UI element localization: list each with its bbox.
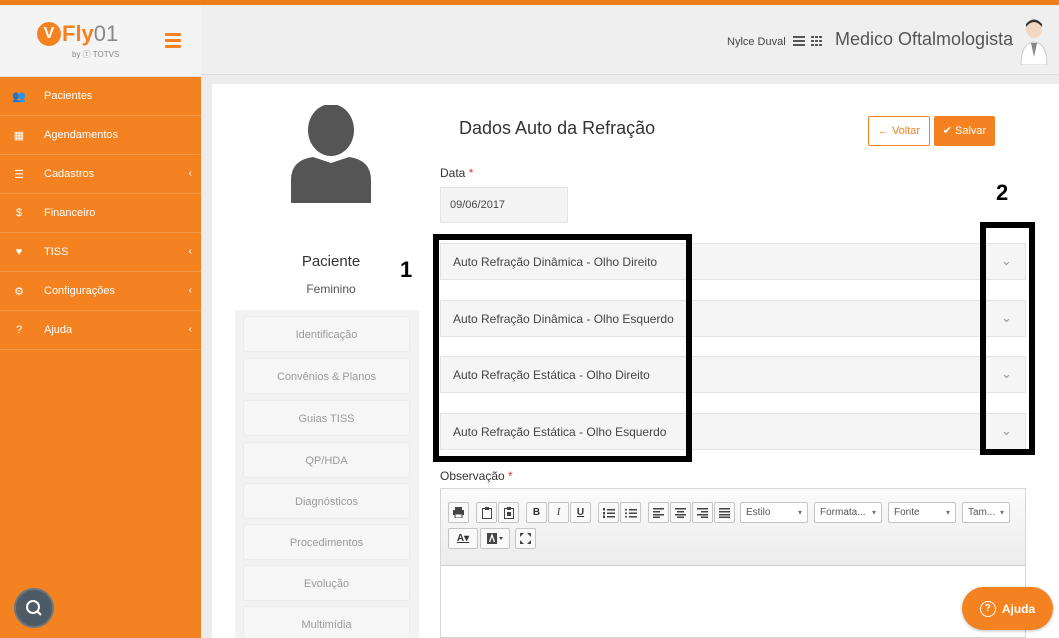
help-icon: ?: [979, 600, 996, 617]
date-label: Data *: [440, 166, 474, 180]
patient-menu-convenios[interactable]: Convênios & Planos: [243, 358, 410, 394]
align-right-icon[interactable]: [692, 502, 713, 523]
editor-toolbar: B I U Estilo ▾ Formata... ▾ Fonte ▾ Tam... ▾…: [441, 489, 1025, 566]
text-color-icon[interactable]: A▾: [448, 528, 478, 549]
sidebar-item-label: Financeiro: [44, 207, 96, 219]
underline-icon[interactable]: U: [570, 502, 591, 523]
background-color-icon[interactable]: [480, 528, 510, 549]
help-button[interactable]: ? Ajuda: [962, 587, 1053, 630]
doctor-avatar[interactable]: [1019, 17, 1049, 65]
logo-text: Fly01: [62, 21, 119, 46]
patient-menu-qp-hda[interactable]: QP/HDA: [243, 442, 410, 478]
gear-icon: ⚙: [14, 285, 24, 298]
users-icon: 👥: [12, 90, 26, 103]
user-role-dropdown[interactable]: Medico Oftalmologista: [835, 29, 1013, 50]
chevron-left-icon: ‹: [188, 285, 192, 296]
logo-area: V Fly01 by ⓣ TOTVS: [0, 5, 201, 77]
paste-icon[interactable]: [476, 502, 497, 523]
save-button[interactable]: ✔ Salvar: [934, 116, 995, 146]
patient-menu-identificacao[interactable]: Identificação: [243, 316, 410, 352]
format-select[interactable]: Formata... ▾: [814, 502, 882, 523]
page-title: Dados Auto da Refração: [459, 118, 656, 138]
sidebar-item-label: Pacientes: [44, 90, 93, 102]
back-button[interactable]: ← Voltar: [868, 116, 930, 146]
sidebar-item-label: Cadastros: [44, 168, 95, 180]
card-icon[interactable]: [793, 36, 805, 49]
patient-title: Paciente: [301, 253, 361, 270]
align-left-icon[interactable]: [648, 502, 669, 523]
annotation-number-1: 1: [400, 257, 413, 282]
sidebar-item-configuracoes[interactable]: ⚙ Configurações ‹: [0, 272, 201, 311]
sidebar: V Fly01 by ⓣ TOTVS 👥 Pacientes ▦ Agendam…: [0, 5, 201, 638]
sidebar-nav: 👥 Pacientes ▦ Agendamentos ☰ Cadastros ‹…: [0, 77, 201, 350]
dollar-icon: $: [15, 207, 23, 219]
sidebar-item-cadastros[interactable]: ☰ Cadastros ‹: [0, 155, 201, 194]
italic-icon[interactable]: I: [548, 502, 569, 523]
chevron-down-icon[interactable]: ⌄: [1006, 38, 1014, 49]
chevron-left-icon: ‹: [188, 246, 192, 257]
sidebar-item-label: Agendamentos: [44, 129, 118, 141]
patient-menu-guias-tiss[interactable]: Guias TISS: [243, 400, 410, 436]
sidebar-item-tiss[interactable]: ♥ TISS ‹: [0, 233, 201, 272]
question-icon: ?: [15, 324, 23, 336]
sidebar-item-ajuda[interactable]: ? Ajuda ‹: [0, 311, 201, 350]
align-center-icon[interactable]: [670, 502, 691, 523]
font-select[interactable]: Fonte ▾: [888, 502, 956, 523]
numbered-list-icon[interactable]: [598, 502, 619, 523]
patient-menu-procedimentos[interactable]: Procedimentos: [243, 524, 410, 560]
chat-icon[interactable]: [14, 588, 54, 628]
annotation-box-chevrons: [980, 222, 1035, 455]
logo-subtitle: by ⓣ TOTVS: [72, 50, 120, 59]
sidebar-item-financeiro[interactable]: $ Financeiro: [0, 194, 201, 233]
print-icon[interactable]: [448, 502, 469, 523]
sidebar-item-label: Configurações: [44, 285, 115, 297]
chevron-left-icon: ‹: [188, 168, 192, 179]
sidebar-item-label: Ajuda: [44, 324, 73, 336]
patient-menu-evolucao[interactable]: Evolução: [243, 565, 410, 601]
editor-content-area[interactable]: [441, 566, 1025, 638]
style-select[interactable]: Estilo ▾: [740, 502, 808, 523]
annotation-number-2: 2: [996, 180, 1009, 205]
sidebar-item-label: TISS: [44, 246, 69, 258]
sidebar-item-agendamentos[interactable]: ▦ Agendamentos: [0, 116, 201, 155]
observation-label: Observação *: [440, 469, 513, 483]
rich-text-editor: B I U Estilo ▾ Formata... ▾ Fonte ▾ Tam... ▾…: [440, 488, 1026, 638]
sidebar-item-pacientes[interactable]: 👥 Pacientes: [0, 77, 201, 116]
bold-icon[interactable]: B: [526, 502, 547, 523]
paste-word-icon[interactable]: [498, 502, 519, 523]
maximize-icon[interactable]: [515, 528, 536, 549]
align-justify-icon[interactable]: [714, 502, 735, 523]
grid-icon[interactable]: [811, 36, 822, 49]
patient-sex: Feminino: [306, 282, 356, 296]
patient-menu-diagnosticos[interactable]: Diagnósticos: [243, 483, 410, 519]
hamburger-menu-icon[interactable]: [165, 33, 181, 48]
size-select[interactable]: Tam... ▾: [962, 502, 1010, 523]
list-icon: ☰: [14, 168, 24, 181]
date-field[interactable]: 09/06/2017: [440, 187, 568, 223]
chevron-left-icon: ‹: [188, 324, 192, 335]
heartbeat-icon: ♥: [15, 246, 23, 258]
top-header: Nylce Duval Medico Oftalmologista ⌄: [201, 5, 1059, 75]
annotation-box-sections: [433, 234, 692, 462]
patient-menu-multimidia[interactable]: Multimídia: [243, 606, 410, 638]
patient-avatar-icon: [291, 105, 371, 203]
help-label: Ajuda: [1001, 601, 1036, 616]
calendar-icon: ▦: [13, 129, 25, 142]
bullet-list-icon[interactable]: [620, 502, 641, 523]
logo-mark-icon: V: [37, 22, 61, 46]
user-name[interactable]: Nylce Duval: [727, 36, 786, 48]
